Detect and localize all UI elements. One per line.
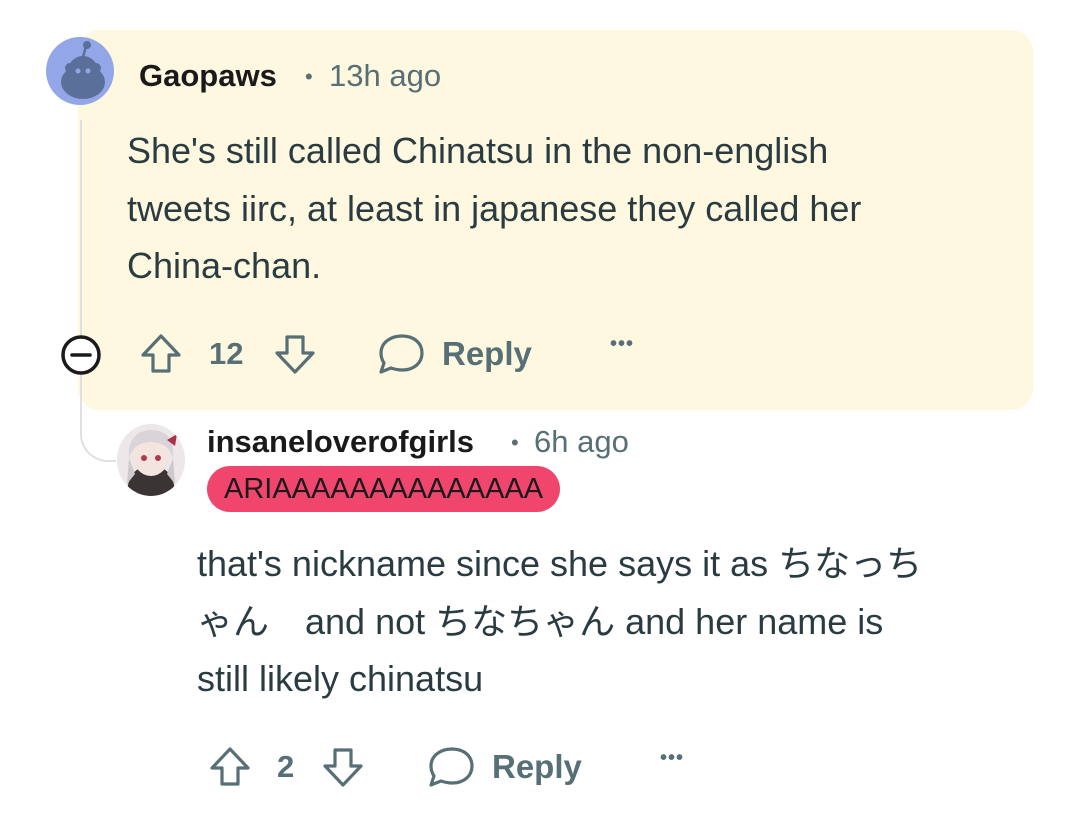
comment-body-line: tweets iirc, at least in japanese they c… <box>127 187 862 229</box>
comment-timestamp: 6h ago <box>534 424 629 459</box>
comment-thread: Gaopaws • 13h ago She's still called Chi… <box>0 0 1080 830</box>
user-flair-badge: ARIAAAAAAAAAAAAAA <box>207 466 561 512</box>
comment-body-line: still likely chinatsu <box>197 658 484 699</box>
upvote-arrow-icon[interactable] <box>207 744 253 795</box>
comment-body-line: ゃん and not ちなちゃん and her name is <box>197 600 884 642</box>
comment-body-line: China-chan. <box>127 245 322 286</box>
comment-author[interactable]: Gaopaws <box>139 58 277 94</box>
comment-timestamp: 13h ago <box>329 58 442 93</box>
upvote-arrow-icon[interactable] <box>138 331 184 382</box>
meta-separator: • <box>305 64 313 89</box>
reply-button[interactable]: Reply <box>492 748 582 786</box>
thread-line <box>80 120 116 462</box>
comment-body-line: that's nickname since she says it as ちなっ… <box>197 543 923 584</box>
anime-avatar-icon[interactable] <box>117 424 185 496</box>
minus-circle-icon[interactable] <box>60 334 102 381</box>
score-count: 2 <box>277 749 295 784</box>
reply-button[interactable]: Reply <box>442 335 532 373</box>
comment-author[interactable]: insaneloverofgirls <box>207 424 474 460</box>
meta-separator: • <box>511 430 519 455</box>
snoo-avatar-icon[interactable] <box>46 37 114 105</box>
downvote-arrow-icon[interactable] <box>272 331 318 382</box>
comment-body-line: She's still called Chinatsu in the non-e… <box>127 130 829 171</box>
more-options-button[interactable]: ••• <box>610 333 634 356</box>
comment-body: that's nickname since she says it as ちなっ… <box>197 535 922 708</box>
comment-body: She's still called Chinatsu in the non-e… <box>127 122 861 295</box>
more-options-button[interactable]: ••• <box>660 747 684 770</box>
downvote-arrow-icon[interactable] <box>320 744 366 795</box>
score-count: 12 <box>209 336 244 371</box>
reply-bubble-icon[interactable] <box>376 331 426 382</box>
reply-bubble-icon[interactable] <box>426 744 476 795</box>
